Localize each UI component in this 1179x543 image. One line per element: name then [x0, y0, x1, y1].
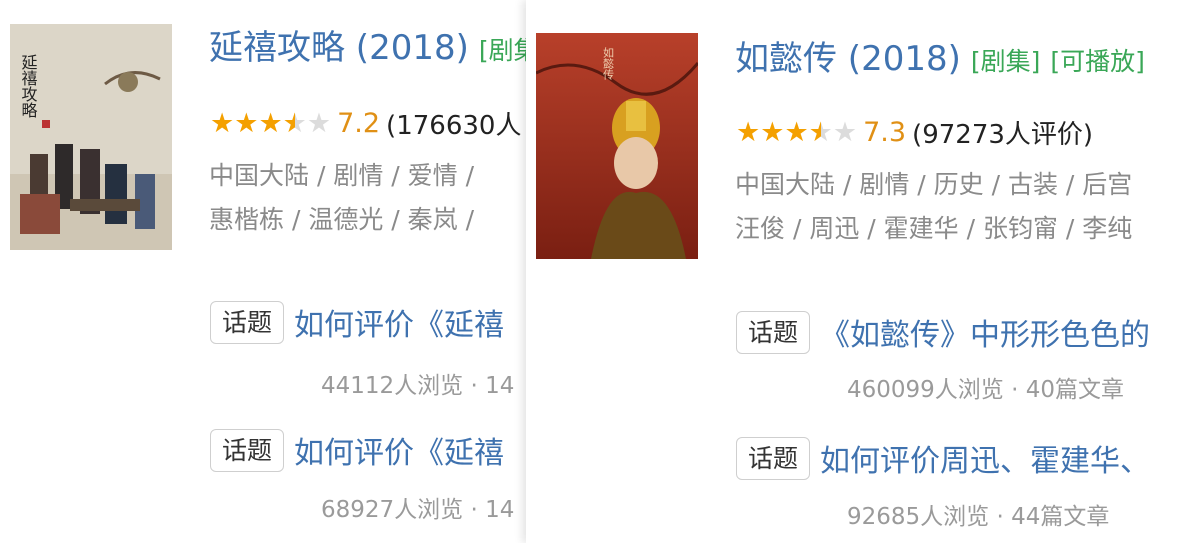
topic-title-link[interactable]: 如何评价周迅、霍建华、 [820, 436, 1150, 480]
rating-count: (97273人评价) [912, 120, 1094, 150]
rating-count: (176630人 [386, 111, 522, 141]
star-full-icon: ★ [234, 108, 259, 139]
meta-line-1: 中国大陆 / 剧情 / 爱情 / [209, 161, 475, 190]
meta-line-2: 汪俊 / 周迅 / 霍建华 / 张钧甯 / 李纯 [735, 214, 1133, 243]
tag-playable-ruyi[interactable]: [可播放] [1050, 47, 1145, 76]
star-empty-icon: ★ [832, 117, 858, 148]
meta-line-1: 中国大陆 / 剧情 / 历史 / 古装 / 后宫 [735, 170, 1133, 199]
tag-series-yanxi[interactable]: [剧集 [479, 36, 530, 65]
topic-tag-button[interactable]: 话题 [736, 310, 811, 354]
topic-stats: 460099人浏览 · 40篇文章 [847, 377, 1124, 403]
star-full-icon: ★ [258, 108, 283, 139]
topic-tag-button[interactable]: 话题 [210, 300, 285, 344]
topic-stats: 68927人浏览 · 14 [321, 497, 515, 523]
title-link-yanxi[interactable]: 延禧攻略 (2018) [209, 28, 469, 68]
poster-ruyi[interactable]: 如懿传 [536, 33, 698, 259]
rating-stars-icon: ★ ★ ★ ★ ★ [736, 119, 857, 146]
title-row-ruyi: 如懿传 (2018) [剧集] [可播放] [735, 42, 1145, 76]
star-full-icon: ★ [210, 108, 235, 139]
result-card-yanxi: 延禧攻略 延禧攻略 (2018) [剧集 ★ ★ ★ ★ ★ 7.2 (176630人 中… [0, 0, 530, 543]
rating-score: 7.3 [863, 117, 907, 148]
star-empty-icon: ★ [306, 108, 332, 139]
poster-ruyi-text: 如懿传 [602, 46, 615, 81]
star-full-icon: ★ [760, 117, 785, 148]
topic-stats: 92685人浏览 · 44篇文章 [847, 504, 1110, 530]
topic-title-link[interactable]: 《如懿传》中形形色色的 [820, 310, 1150, 354]
topic-row: 话题 如何评价周迅、霍建华、 [736, 436, 1150, 480]
rating-stars-icon: ★ ★ ★ ★ ★ [210, 110, 331, 137]
rating-row-ruyi: ★ ★ ★ ★ ★ 7.3 (97273人评价) [736, 114, 1093, 151]
topic-title-link[interactable]: 如何评价《延禧 [294, 300, 504, 344]
poster-yanxi-text: 延禧攻略 [19, 54, 38, 118]
topic-stats: 44112人浏览 · 14 [321, 373, 515, 399]
poster-yanxi[interactable]: 延禧攻略 [10, 24, 172, 250]
rating-score: 7.2 [337, 108, 381, 139]
star-full-icon: ★ [736, 117, 761, 148]
topic-tag-button[interactable]: 话题 [210, 428, 285, 472]
meta-line-2: 惠楷栋 / 温德光 / 秦岚 / [209, 205, 475, 234]
topic-title-link[interactable]: 如何评价《延禧 [294, 428, 504, 472]
title-link-ruyi[interactable]: 如懿传 (2018) [735, 39, 961, 79]
star-half-icon: ★ [808, 117, 833, 148]
rating-row-yanxi: ★ ★ ★ ★ ★ 7.2 (176630人 [210, 105, 521, 142]
topic-row: 话题 《如懿传》中形形色色的 [736, 310, 1150, 354]
topic-tag-button[interactable]: 话题 [736, 436, 811, 480]
result-card-ruyi: 如懿传 如懿传 (2018) [剧集] [可播放] ★ ★ ★ ★ ★ 7.3 (97273… [526, 0, 1179, 543]
star-half-icon: ★ [282, 108, 307, 139]
star-full-icon: ★ [784, 117, 809, 148]
title-row-yanxi: 延禧攻略 (2018) [剧集 [209, 31, 530, 65]
topic-row: 话题 如何评价《延禧 [210, 300, 504, 344]
topic-row: 话题 如何评价《延禧 [210, 428, 504, 472]
tag-series-ruyi[interactable]: [剧集] [971, 47, 1041, 76]
